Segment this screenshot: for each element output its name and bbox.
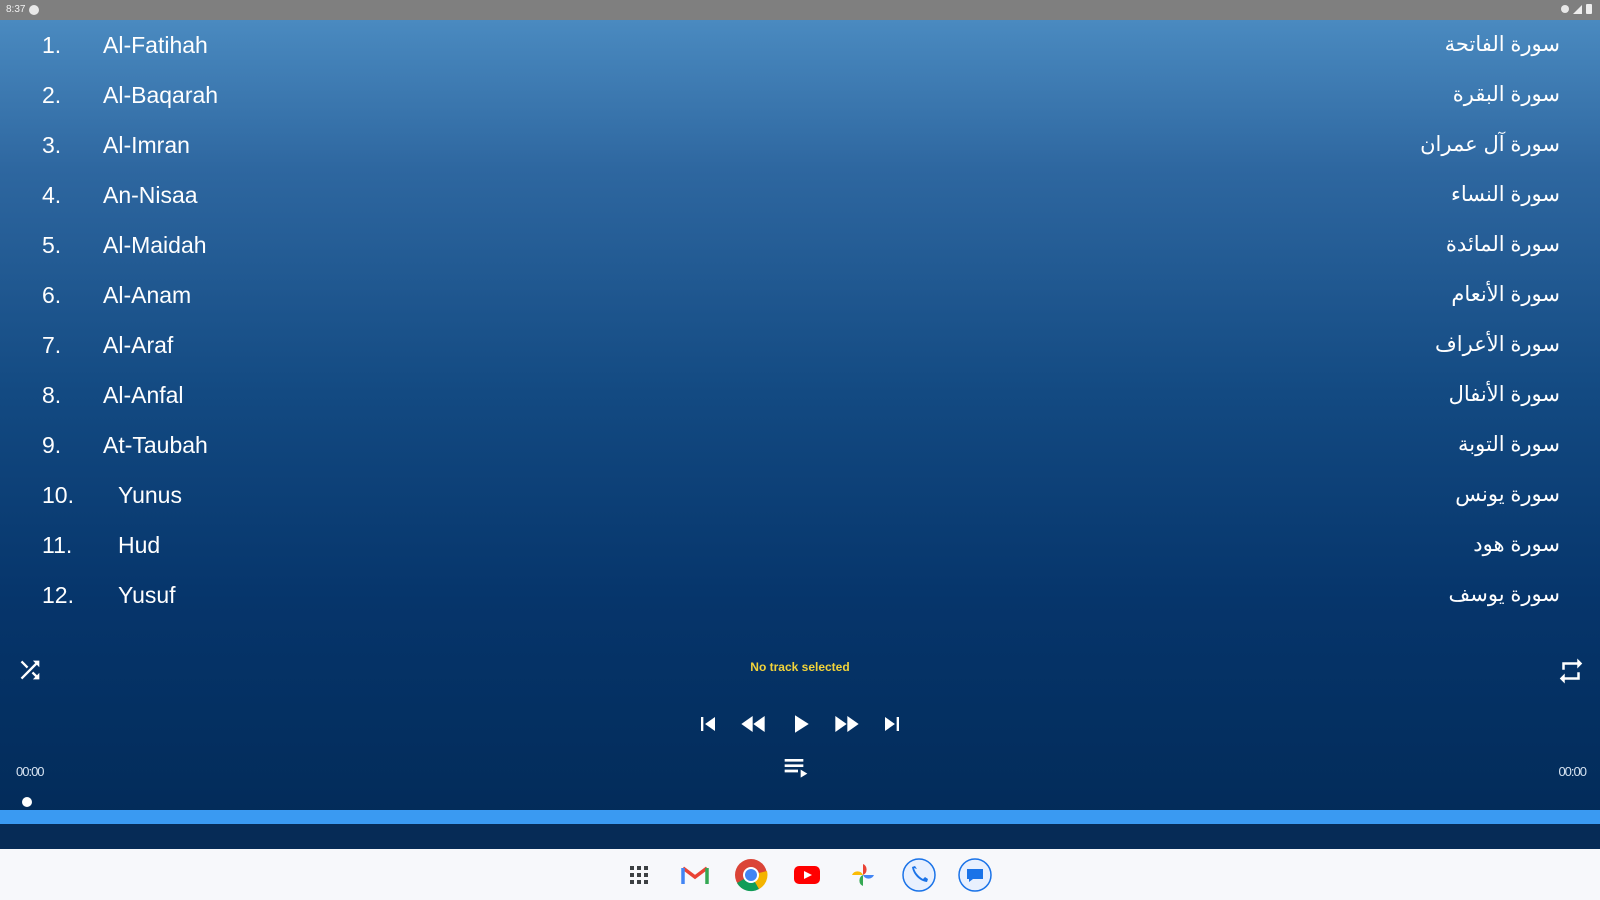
track-title: Al-Imran	[103, 132, 190, 158]
settings-status-icon	[29, 4, 40, 15]
chrome-app[interactable]	[734, 858, 768, 892]
track-row[interactable]: 7. Al-Araf سورة الأعراف	[0, 320, 1600, 370]
track-arabic-title: سورة المائدة	[1445, 233, 1560, 256]
wifi-icon	[1561, 5, 1569, 13]
playback-controls	[692, 708, 908, 740]
queue-music-icon	[784, 759, 808, 778]
messages-icon	[958, 858, 992, 892]
track-number: 11.	[42, 532, 73, 558]
track-number: 10.	[42, 482, 74, 508]
track-row[interactable]: 5. Al-Maidah سورة المائدة	[0, 220, 1600, 270]
track-arabic-title: سورة النساء	[1451, 183, 1560, 206]
track-number: 1.	[42, 32, 62, 58]
track-row[interactable]: 8. Al-Anfal سورة الأنفال	[0, 370, 1600, 420]
fast-forward-icon	[835, 716, 859, 732]
track-arabic-title: سورة آل عمران	[1420, 133, 1560, 156]
track-row[interactable]: 10. Yunus سورة يونس	[0, 470, 1600, 520]
track-row[interactable]: 6. Al-Anam سورة الأنعام	[0, 270, 1600, 320]
phone-icon	[902, 858, 936, 892]
phone-app[interactable]	[902, 858, 936, 892]
photos-icon	[852, 864, 874, 886]
track-row[interactable]: 3. Al-Imran سورة آل عمران	[0, 120, 1600, 170]
photos-app[interactable]	[846, 858, 880, 892]
track-arabic-title: سورة التوبة	[1458, 433, 1560, 456]
elapsed-time: 00:00	[16, 764, 45, 779]
track-title: Yusuf	[118, 582, 176, 608]
track-arabic-title: سورة الأنفال	[1448, 383, 1560, 406]
track-number: 4.	[42, 182, 62, 208]
track-row[interactable]: 11. Hud سورة هود	[0, 520, 1600, 570]
skip-previous-button[interactable]	[692, 708, 724, 740]
fast-forward-button[interactable]	[830, 708, 862, 740]
repeat-button[interactable]	[1556, 656, 1586, 686]
status-time: 8:37	[6, 4, 26, 15]
skip-next-icon	[885, 717, 899, 731]
track-title: Al-Anam	[103, 282, 192, 308]
seek-thumb[interactable]	[22, 797, 32, 807]
messages-app[interactable]	[958, 858, 992, 892]
chrome-icon	[735, 859, 768, 892]
track-arabic-title: سورة يوسف	[1448, 583, 1560, 606]
track-title: An-Nisaa	[103, 182, 198, 208]
track-number: 7.	[42, 332, 62, 358]
track-number: 2.	[42, 82, 62, 108]
status-bar: 8:37	[0, 0, 1600, 20]
seek-bar[interactable]	[0, 810, 1600, 824]
track-title: Al-Fatihah	[103, 32, 208, 58]
gmail-icon	[681, 866, 709, 884]
track-number: 8.	[42, 382, 62, 408]
track-title: Hud	[118, 532, 161, 558]
youtube-app[interactable]	[790, 858, 824, 892]
gmail-app[interactable]	[678, 858, 712, 892]
repeat-icon	[1559, 658, 1583, 684]
play-button[interactable]	[784, 708, 816, 740]
track-title: Yunus	[118, 482, 182, 508]
track-title: Al-Maidah	[103, 232, 207, 258]
player-screen: 1. Al-Fatihah سورة الفاتحة 2. Al-Baqarah…	[0, 20, 1600, 869]
track-title: At-Taubah	[103, 432, 208, 458]
total-time: 00:00	[1558, 764, 1587, 779]
track-number: 12.	[42, 582, 74, 608]
taskbar	[0, 849, 1600, 900]
skip-next-button[interactable]	[876, 708, 908, 740]
play-icon	[795, 715, 809, 733]
rewind-button[interactable]	[738, 708, 770, 740]
queue-button[interactable]	[782, 755, 814, 779]
track-row[interactable]: 2. Al-Baqarah سورة البقرة	[0, 70, 1600, 120]
battery-icon	[1586, 4, 1592, 14]
track-arabic-title: سورة هود	[1473, 533, 1560, 556]
track-arabic-title: سورة يونس	[1455, 483, 1560, 506]
track-number: 9.	[42, 432, 62, 458]
track-title: Al-Anfal	[103, 382, 184, 408]
track-arabic-title: سورة الأنعام	[1451, 283, 1560, 306]
track-number: 3.	[42, 132, 62, 158]
track-row[interactable]: 1. Al-Fatihah سورة الفاتحة	[0, 20, 1600, 70]
apps-grid-icon	[630, 866, 648, 884]
track-number: 5.	[42, 232, 62, 258]
track-title: Al-Baqarah	[103, 82, 219, 108]
youtube-icon	[794, 866, 820, 884]
track-row[interactable]: 12. Yusuf سورة يوسف	[0, 570, 1600, 620]
track-arabic-title: سورة الأعراف	[1435, 333, 1560, 356]
track-row[interactable]: 9. At-Taubah سورة التوبة	[0, 420, 1600, 470]
track-title: Al-Araf	[103, 332, 174, 358]
now-playing-label: No track selected	[750, 660, 850, 674]
signal-icon	[1573, 4, 1582, 14]
track-arabic-title: سورة البقرة	[1452, 83, 1560, 106]
track-arabic-title: سورة الفاتحة	[1444, 33, 1560, 56]
skip-previous-icon	[701, 717, 715, 731]
track-row[interactable]: 4. An-Nisaa سورة النساء	[0, 170, 1600, 220]
apps-grid-button[interactable]	[622, 858, 656, 892]
track-number: 6.	[42, 282, 62, 308]
rewind-icon	[741, 716, 765, 732]
